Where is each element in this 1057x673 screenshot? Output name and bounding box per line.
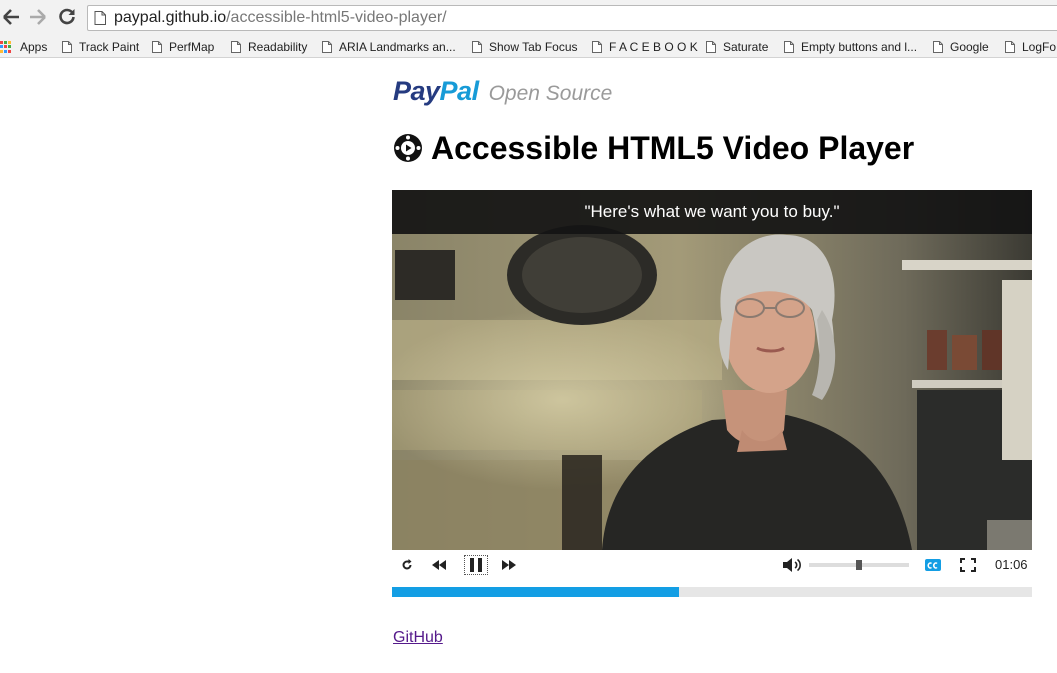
page-icon — [706, 41, 716, 53]
mute-button[interactable] — [781, 551, 805, 579]
bookmark-label: ARIA Landmarks an... — [339, 40, 456, 54]
bookmark-logfo[interactable]: LogFo — [1005, 36, 1056, 58]
bookmark-label: LogFo — [1022, 40, 1057, 54]
bookmark-label: F A C E B O O K — [609, 40, 698, 54]
title-row: Accessible HTML5 Video Player — [393, 128, 914, 168]
bookmark-label: Google — [950, 40, 989, 54]
bookmark-perfmap[interactable]: PerfMap — [152, 36, 214, 58]
video-frame[interactable]: "Here's what we want you to buy." — [392, 190, 1032, 550]
page-icon — [152, 41, 162, 53]
captions-button[interactable] — [923, 551, 943, 579]
fullscreen-icon — [960, 558, 976, 572]
caption-bar: "Here's what we want you to buy." — [392, 190, 1032, 234]
video-scene — [392, 190, 1032, 550]
page-icon — [231, 41, 241, 53]
reload-button[interactable] — [56, 6, 78, 28]
bookmark-label: Saturate — [723, 40, 769, 54]
bookmark-saturate[interactable]: Saturate — [706, 36, 768, 58]
bookmark-label: Show Tab Focus — [489, 40, 578, 54]
page-icon — [472, 41, 482, 53]
bookmark-google[interactable]: Google — [933, 36, 989, 58]
progress-fill — [392, 587, 679, 597]
bookmark-empty-buttons-and-l[interactable]: Empty buttons and l... — [784, 36, 917, 58]
back-arrow-icon — [3, 9, 19, 25]
bookmark-show-tab-focus[interactable]: Show Tab Focus — [472, 36, 578, 58]
volume-icon — [783, 558, 801, 572]
back-button[interactable] — [0, 6, 22, 28]
logo-subtitle: Open Source — [488, 82, 613, 105]
forward-button[interactable] — [27, 6, 49, 28]
cc-icon — [925, 559, 941, 571]
browser-toolbar: paypal.github.io/accessible-html5-video-… — [0, 0, 1057, 36]
address-bar[interactable]: paypal.github.io/accessible-html5-video-… — [87, 5, 1057, 31]
bookmark-label: Readability — [248, 40, 308, 54]
rewind-icon — [432, 560, 446, 570]
page-icon — [94, 11, 106, 25]
rewind-button[interactable] — [428, 551, 450, 579]
github-link[interactable]: GitHub — [393, 629, 443, 647]
volume-slider-thumb[interactable] — [856, 560, 862, 570]
page-icon — [1005, 41, 1015, 53]
bookmark-label: PerfMap — [169, 40, 215, 54]
caption-text: "Here's what we want you to buy." — [584, 202, 840, 221]
page-icon — [784, 41, 794, 53]
logo-pay: Pay — [393, 76, 440, 106]
bookmark-f-a-c-e-b-o-o-k[interactable]: F A C E B O O K — [592, 36, 698, 58]
page-icon — [592, 41, 602, 53]
paypal-open-source-logo[interactable]: Pay Pal Open Source — [393, 76, 612, 106]
bookmark-label: Track Paint — [79, 40, 140, 54]
bookmark-aria-landmarks-an[interactable]: ARIA Landmarks an... — [322, 36, 456, 58]
reload-icon — [59, 8, 75, 25]
page-icon — [322, 41, 332, 53]
replay-icon — [402, 559, 412, 570]
url-text: paypal.github.io/accessible-html5-video-… — [114, 9, 447, 26]
page-icon — [933, 41, 943, 53]
fast-forward-icon — [502, 560, 516, 570]
video-controls: 01:06 — [392, 551, 1032, 579]
pause-button[interactable] — [464, 551, 488, 579]
bookmark-track-paint[interactable]: Track Paint — [62, 36, 139, 58]
bookmark-readability[interactable]: Readability — [231, 36, 307, 58]
progress-bar[interactable] — [392, 587, 1032, 597]
bookmark-label: Empty buttons and l... — [801, 40, 918, 54]
page-title: Accessible HTML5 Video Player — [431, 129, 915, 166]
video-player-logo-icon — [394, 134, 422, 162]
page-icon — [62, 41, 72, 53]
replay-button[interactable] — [396, 551, 418, 579]
time-display: 01:06 — [995, 557, 1028, 572]
apps-grid-icon — [0, 41, 12, 53]
bookmark-label: Apps — [20, 40, 48, 54]
fast-forward-button[interactable] — [498, 551, 520, 579]
bookmarks-bar: Apps Track Paint PerfMap Readability ARIA La… — [0, 36, 1057, 58]
forward-arrow-icon — [30, 9, 46, 25]
fullscreen-button[interactable] — [958, 551, 978, 579]
bookmark-apps[interactable]: Apps — [0, 36, 47, 58]
pause-icon — [470, 558, 482, 572]
logo-pal: Pal — [439, 76, 480, 106]
